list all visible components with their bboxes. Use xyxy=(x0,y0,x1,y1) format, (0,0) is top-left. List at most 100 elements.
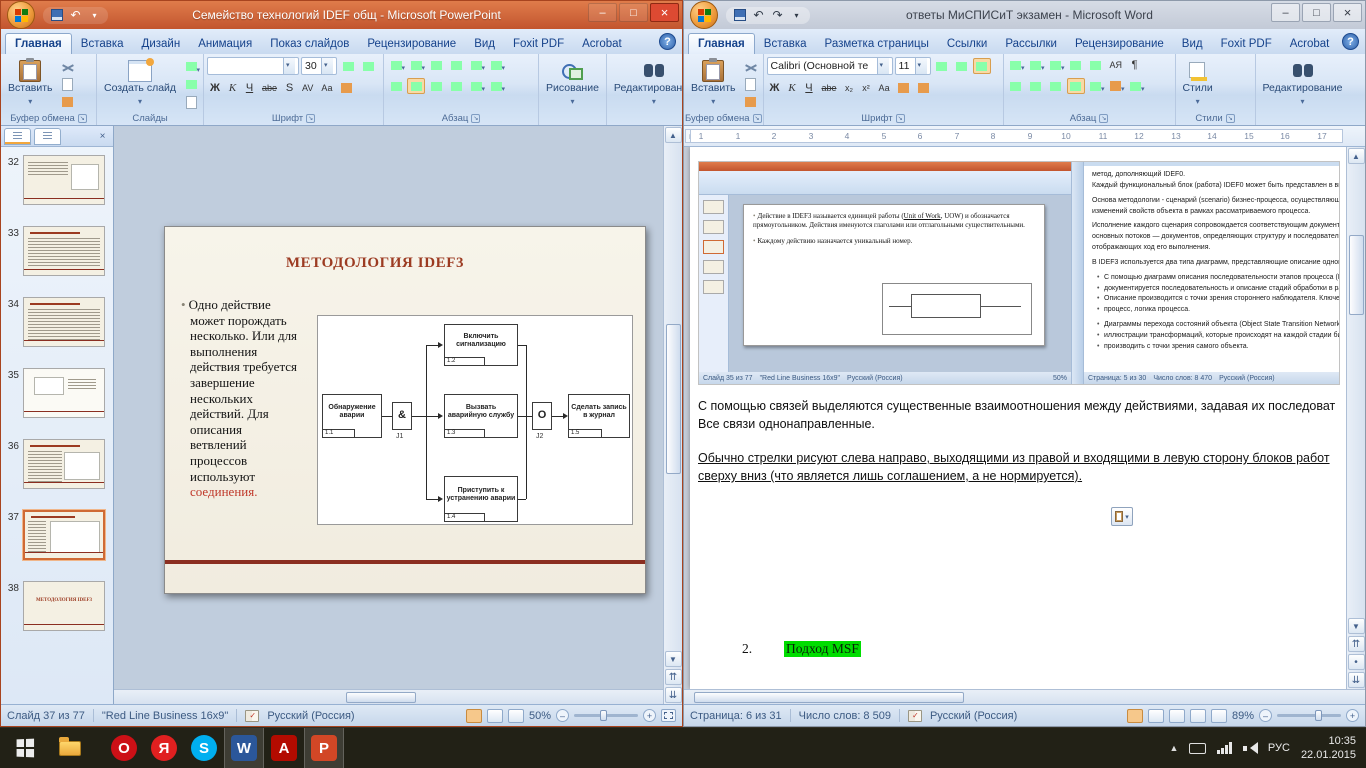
junction-and[interactable]: & xyxy=(392,402,412,430)
superscript-button[interactable]: x² xyxy=(859,80,874,96)
font-size-combo[interactable]: 11 xyxy=(895,57,931,75)
horizontal-ruler[interactable]: 1 1 2 3 4 5 6 7 8 9 10 11 12 13 14 15 16… xyxy=(684,126,1365,147)
maximize-button[interactable] xyxy=(619,3,648,22)
align-center-icon[interactable] xyxy=(1027,78,1045,94)
ppt-tab-slideshow[interactable]: Показ слайдов xyxy=(261,34,358,54)
document-page[interactable]: •Действие в IDEF3 называется единицей ра… xyxy=(690,147,1346,689)
print-layout-view-button[interactable] xyxy=(1127,709,1143,723)
highlighted-heading[interactable]: Подход MSF xyxy=(784,641,861,657)
paragraph-dialog-launcher[interactable] xyxy=(471,114,480,123)
language-indicator[interactable]: РУС xyxy=(1268,742,1290,754)
language-status[interactable]: Русский (Россия) xyxy=(930,710,1017,722)
ppt-titlebar[interactable]: Семейство технологий IDEF общ - Microsof… xyxy=(1,1,682,29)
justify-icon[interactable] xyxy=(1067,78,1085,94)
font-name-combo[interactable]: Calibri (Основной те xyxy=(767,57,893,75)
word-vertical-scrollbar[interactable] xyxy=(1346,147,1365,689)
qat-customize-icon[interactable] xyxy=(87,8,102,23)
zoom-in-button[interactable] xyxy=(643,709,656,722)
powerpoint-taskbar-button[interactable]: P xyxy=(304,728,344,768)
bold-button[interactable]: Ж xyxy=(767,80,783,96)
styles-dialog-launcher[interactable] xyxy=(1226,114,1235,123)
ppt-vertical-scrollbar[interactable] xyxy=(663,126,682,704)
word-tab-foxit[interactable]: Foxit PDF xyxy=(1212,34,1281,54)
slide-thumbnail-37-selected[interactable]: 37 xyxy=(4,510,110,560)
grow-font-icon[interactable] xyxy=(933,58,951,74)
embedded-screenshot-image[interactable]: •Действие в IDEF3 называется единицей ра… xyxy=(698,161,1340,385)
paragraph-text[interactable]: С помощью связей выделяются существенные… xyxy=(698,399,1344,413)
slide-body-text[interactable]: •Одно действие может порождать несколько… xyxy=(181,297,299,500)
uow-box-fix[interactable]: Приступить к устранению аварии1.4 xyxy=(444,476,518,522)
word-titlebar[interactable]: ответы МиСПИСиТ экзамен - Microsoft Word xyxy=(684,1,1365,29)
word-taskbar-button[interactable]: W xyxy=(224,728,264,768)
increase-indent-icon[interactable] xyxy=(447,57,465,73)
font-dialog-launcher[interactable] xyxy=(306,114,315,123)
align-right-icon[interactable] xyxy=(1047,78,1065,94)
clear-formatting-icon[interactable] xyxy=(973,58,991,74)
select-browse-object-icon[interactable] xyxy=(1348,654,1365,670)
minimize-button[interactable] xyxy=(1271,3,1300,22)
slides-pane-tab[interactable] xyxy=(4,128,31,145)
paste-button[interactable]: Вставить xyxy=(4,57,57,110)
align-left-icon[interactable] xyxy=(387,78,405,94)
change-case-button[interactable]: Аа xyxy=(876,80,893,96)
italic-button[interactable]: К xyxy=(784,80,799,96)
ppt-tab-foxit[interactable]: Foxit PDF xyxy=(504,34,573,54)
change-case-button[interactable]: Аа xyxy=(318,80,335,96)
scrollbar-thumb[interactable] xyxy=(346,692,416,703)
undo-icon[interactable] xyxy=(751,8,766,23)
minimize-button[interactable] xyxy=(588,3,617,22)
paragraph-text-underlined[interactable]: сверху вниз (что является лишь соглашени… xyxy=(698,469,1344,483)
uow-box-call[interactable]: Вызвать аварийную службу1.3 xyxy=(444,394,518,438)
ppt-horizontal-scrollbar[interactable] xyxy=(114,689,663,704)
junction-or[interactable]: O xyxy=(532,402,552,430)
maximize-button[interactable] xyxy=(1302,3,1331,22)
office-button[interactable] xyxy=(7,1,35,29)
spellcheck-icon[interactable] xyxy=(245,710,259,722)
paste-dropdown-icon[interactable] xyxy=(28,95,32,107)
subscript-button[interactable]: x₂ xyxy=(842,80,857,96)
scroll-down-icon[interactable] xyxy=(1348,618,1365,634)
zoom-in-button[interactable] xyxy=(1346,709,1359,722)
office-button[interactable] xyxy=(690,1,718,29)
slide-thumbnail-33[interactable]: 33 xyxy=(4,226,110,276)
underline-button[interactable]: Ч xyxy=(801,80,816,96)
styles-button[interactable]: Стили xyxy=(1179,57,1217,110)
underline-button[interactable]: Ч xyxy=(242,80,257,96)
align-right-icon[interactable] xyxy=(427,78,445,94)
numbering-icon[interactable] xyxy=(407,57,425,73)
outline-pane-tab[interactable] xyxy=(34,128,61,145)
character-spacing-button[interactable]: AV xyxy=(299,80,316,96)
scrollbar-thumb[interactable] xyxy=(694,692,964,703)
zoom-out-button[interactable] xyxy=(556,709,569,722)
new-slide-button[interactable]: Создать слайд xyxy=(100,57,180,110)
word-counter[interactable]: Число слов: 8 509 xyxy=(799,710,891,722)
spellcheck-icon[interactable] xyxy=(908,710,922,722)
close-pane-icon[interactable] xyxy=(95,129,110,144)
next-slide-icon[interactable] xyxy=(665,687,682,703)
multilevel-list-icon[interactable] xyxy=(1047,57,1065,73)
clipboard-dialog-launcher[interactable] xyxy=(78,114,87,123)
paragraph-dialog-launcher[interactable] xyxy=(1099,114,1108,123)
shrink-font-icon[interactable] xyxy=(953,58,971,74)
word-tab-acrobat[interactable]: Acrobat xyxy=(1281,34,1339,54)
undo-icon[interactable] xyxy=(68,8,83,23)
ppt-tab-design[interactable]: Дизайн xyxy=(133,34,190,54)
previous-slide-icon[interactable] xyxy=(665,669,682,685)
zoom-slider[interactable] xyxy=(1277,714,1341,717)
opera-button[interactable]: O xyxy=(104,728,144,768)
strikethrough-button[interactable]: abe xyxy=(818,80,839,96)
paragraph-text-underlined[interactable]: Обычно стрелки рисуют слева направо, вых… xyxy=(698,451,1344,465)
decrease-indent-icon[interactable] xyxy=(427,57,445,73)
format-painter-icon[interactable] xyxy=(59,94,77,110)
next-page-icon[interactable] xyxy=(1348,672,1365,688)
ppt-tab-insert[interactable]: Вставка xyxy=(72,34,133,54)
zoom-out-button[interactable] xyxy=(1259,709,1272,722)
decrease-indent-icon[interactable] xyxy=(1067,57,1085,73)
web-layout-view-button[interactable] xyxy=(1169,709,1185,723)
grow-font-icon[interactable] xyxy=(339,58,357,74)
slide-thumbnail-38[interactable]: 38МЕТОДОЛОГИЯ IDEF3 xyxy=(4,581,110,631)
qat-customize-icon[interactable] xyxy=(789,8,804,23)
show-hidden-icons-button[interactable] xyxy=(1169,743,1178,753)
close-button[interactable] xyxy=(650,3,679,22)
chevron-down-icon[interactable] xyxy=(321,58,333,74)
